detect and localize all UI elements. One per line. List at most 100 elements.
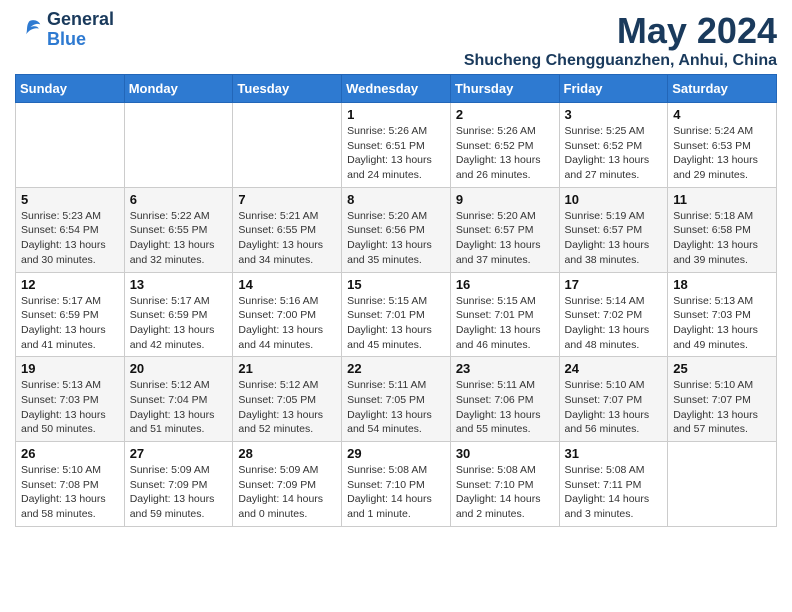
calendar-week-row: 12 Sunrise: 5:17 AMSunset: 6:59 PMDayligh… — [16, 272, 777, 357]
day-info: Sunrise: 5:08 AMSunset: 7:10 PMDaylight:… — [347, 463, 445, 522]
weekday-header-row: SundayMondayTuesdayWednesdayThursdayFrid… — [16, 75, 777, 103]
weekday-header-saturday: Saturday — [668, 75, 777, 103]
calendar-cell: 14 Sunrise: 5:16 AMSunset: 7:00 PMDayligh… — [233, 272, 342, 357]
day-info: Sunrise: 5:18 AMSunset: 6:58 PMDaylight:… — [673, 209, 771, 268]
calendar-cell: 17 Sunrise: 5:14 AMSunset: 7:02 PMDayligh… — [559, 272, 668, 357]
day-info: Sunrise: 5:16 AMSunset: 7:00 PMDaylight:… — [238, 294, 336, 353]
day-info: Sunrise: 5:11 AMSunset: 7:05 PMDaylight:… — [347, 378, 445, 437]
day-number: 10 — [565, 192, 663, 207]
day-number: 16 — [456, 277, 554, 292]
day-number: 17 — [565, 277, 663, 292]
day-info: Sunrise: 5:12 AMSunset: 7:04 PMDaylight:… — [130, 378, 228, 437]
day-info: Sunrise: 5:26 AMSunset: 6:51 PMDaylight:… — [347, 124, 445, 183]
day-number: 5 — [21, 192, 119, 207]
calendar-cell: 28 Sunrise: 5:09 AMSunset: 7:09 PMDayligh… — [233, 442, 342, 527]
calendar-cell: 22 Sunrise: 5:11 AMSunset: 7:05 PMDayligh… — [342, 357, 451, 442]
calendar-cell: 23 Sunrise: 5:11 AMSunset: 7:06 PMDayligh… — [450, 357, 559, 442]
day-info: Sunrise: 5:11 AMSunset: 7:06 PMDaylight:… — [456, 378, 554, 437]
day-number: 27 — [130, 446, 228, 461]
calendar-cell — [233, 103, 342, 188]
logo-text: General Blue — [47, 10, 114, 50]
calendar-cell: 19Sunrise: 5:13 AMSunset: 7:03 PMDayligh… — [16, 357, 125, 442]
day-info: Sunrise: 5:12 AMSunset: 7:05 PMDaylight:… — [238, 378, 336, 437]
calendar-cell: 27 Sunrise: 5:09 AMSunset: 7:09 PMDayligh… — [124, 442, 233, 527]
day-info: Sunrise: 5:17 AMSunset: 6:59 PMDaylight:… — [21, 294, 119, 353]
day-info: Sunrise: 5:08 AMSunset: 7:11 PMDaylight:… — [565, 463, 663, 522]
day-number: 26 — [21, 446, 119, 461]
calendar-cell — [124, 103, 233, 188]
calendar-cell: 20 Sunrise: 5:12 AMSunset: 7:04 PMDayligh… — [124, 357, 233, 442]
day-number: 12 — [21, 277, 119, 292]
day-number: 4 — [673, 107, 771, 122]
day-info: Sunrise: 5:19 AMSunset: 6:57 PMDaylight:… — [565, 209, 663, 268]
day-info: Sunrise: 5:15 AMSunset: 7:01 PMDaylight:… — [456, 294, 554, 353]
calendar-cell: 15Sunrise: 5:15 AMSunset: 7:01 PMDayligh… — [342, 272, 451, 357]
weekday-header-tuesday: Tuesday — [233, 75, 342, 103]
day-number: 25 — [673, 361, 771, 376]
day-number: 28 — [238, 446, 336, 461]
calendar-cell: 7Sunrise: 5:21 AMSunset: 6:55 PMDaylight… — [233, 187, 342, 272]
day-info: Sunrise: 5:10 AMSunset: 7:07 PMDaylight:… — [673, 378, 771, 437]
day-info: Sunrise: 5:22 AMSunset: 6:55 PMDaylight:… — [130, 209, 228, 268]
month-title: May 2024 — [464, 10, 777, 52]
calendar-cell: 30Sunrise: 5:08 AMSunset: 7:10 PMDayligh… — [450, 442, 559, 527]
calendar-cell: 3 Sunrise: 5:25 AMSunset: 6:52 PMDaylight… — [559, 103, 668, 188]
calendar-cell: 6 Sunrise: 5:22 AMSunset: 6:55 PMDaylight… — [124, 187, 233, 272]
day-info: Sunrise: 5:14 AMSunset: 7:02 PMDaylight:… — [565, 294, 663, 353]
day-info: Sunrise: 5:25 AMSunset: 6:52 PMDaylight:… — [565, 124, 663, 183]
day-info: Sunrise: 5:09 AMSunset: 7:09 PMDaylight:… — [130, 463, 228, 522]
day-number: 9 — [456, 192, 554, 207]
calendar-cell: 12 Sunrise: 5:17 AMSunset: 6:59 PMDayligh… — [16, 272, 125, 357]
day-info: Sunrise: 5:17 AMSunset: 6:59 PMDaylight:… — [130, 294, 228, 353]
day-number: 23 — [456, 361, 554, 376]
day-info: Sunrise: 5:24 AMSunset: 6:53 PMDaylight:… — [673, 124, 771, 183]
day-number: 22 — [347, 361, 445, 376]
calendar-cell — [668, 442, 777, 527]
day-info: Sunrise: 5:10 AMSunset: 7:07 PMDaylight:… — [565, 378, 663, 437]
day-number: 1 — [347, 107, 445, 122]
day-info: Sunrise: 5:26 AMSunset: 6:52 PMDaylight:… — [456, 124, 554, 183]
day-number: 29 — [347, 446, 445, 461]
weekday-header-sunday: Sunday — [16, 75, 125, 103]
day-info: Sunrise: 5:13 AMSunset: 7:03 PMDaylight:… — [21, 378, 119, 437]
calendar-cell: 10 Sunrise: 5:19 AMSunset: 6:57 PMDayligh… — [559, 187, 668, 272]
weekday-header-friday: Friday — [559, 75, 668, 103]
day-number: 14 — [238, 277, 336, 292]
calendar-cell: 18 Sunrise: 5:13 AMSunset: 7:03 PMDayligh… — [668, 272, 777, 357]
day-number: 11 — [673, 192, 771, 207]
day-number: 2 — [456, 107, 554, 122]
logo-icon — [15, 16, 43, 44]
calendar-cell: 21Sunrise: 5:12 AMSunset: 7:05 PMDayligh… — [233, 357, 342, 442]
calendar-week-row: 26Sunrise: 5:10 AMSunset: 7:08 PMDayligh… — [16, 442, 777, 527]
location-title: Shucheng Chengguanzhen, Anhui, China — [464, 52, 777, 70]
calendar-cell: 5 Sunrise: 5:23 AMSunset: 6:54 PMDaylight… — [16, 187, 125, 272]
day-number: 20 — [130, 361, 228, 376]
day-info: Sunrise: 5:15 AMSunset: 7:01 PMDaylight:… — [347, 294, 445, 353]
calendar-cell: 9Sunrise: 5:20 AMSunset: 6:57 PMDaylight… — [450, 187, 559, 272]
day-number: 13 — [130, 277, 228, 292]
day-number: 24 — [565, 361, 663, 376]
calendar-cell: 8Sunrise: 5:20 AMSunset: 6:56 PMDaylight… — [342, 187, 451, 272]
weekday-header-wednesday: Wednesday — [342, 75, 451, 103]
day-number: 3 — [565, 107, 663, 122]
calendar-cell — [16, 103, 125, 188]
calendar-cell: 16 Sunrise: 5:15 AMSunset: 7:01 PMDayligh… — [450, 272, 559, 357]
calendar-week-row: 1 Sunrise: 5:26 AMSunset: 6:51 PMDaylight… — [16, 103, 777, 188]
day-number: 31 — [565, 446, 663, 461]
day-info: Sunrise: 5:09 AMSunset: 7:09 PMDaylight:… — [238, 463, 336, 522]
page-header: General Blue May 2024 Shucheng Chengguan… — [15, 10, 777, 70]
calendar-cell: 25 Sunrise: 5:10 AMSunset: 7:07 PMDayligh… — [668, 357, 777, 442]
day-info: Sunrise: 5:21 AMSunset: 6:55 PMDaylight:… — [238, 209, 336, 268]
day-info: Sunrise: 5:23 AMSunset: 6:54 PMDaylight:… — [21, 209, 119, 268]
calendar-cell: 4 Sunrise: 5:24 AMSunset: 6:53 PMDaylight… — [668, 103, 777, 188]
calendar-week-row: 5 Sunrise: 5:23 AMSunset: 6:54 PMDaylight… — [16, 187, 777, 272]
calendar-cell: 1 Sunrise: 5:26 AMSunset: 6:51 PMDaylight… — [342, 103, 451, 188]
day-number: 18 — [673, 277, 771, 292]
calendar-cell: 26Sunrise: 5:10 AMSunset: 7:08 PMDayligh… — [16, 442, 125, 527]
day-number: 6 — [130, 192, 228, 207]
calendar-cell: 24 Sunrise: 5:10 AMSunset: 7:07 PMDayligh… — [559, 357, 668, 442]
calendar-cell: 13 Sunrise: 5:17 AMSunset: 6:59 PMDayligh… — [124, 272, 233, 357]
day-info: Sunrise: 5:08 AMSunset: 7:10 PMDaylight:… — [456, 463, 554, 522]
day-info: Sunrise: 5:13 AMSunset: 7:03 PMDaylight:… — [673, 294, 771, 353]
calendar-cell: 11 Sunrise: 5:18 AMSunset: 6:58 PMDayligh… — [668, 187, 777, 272]
